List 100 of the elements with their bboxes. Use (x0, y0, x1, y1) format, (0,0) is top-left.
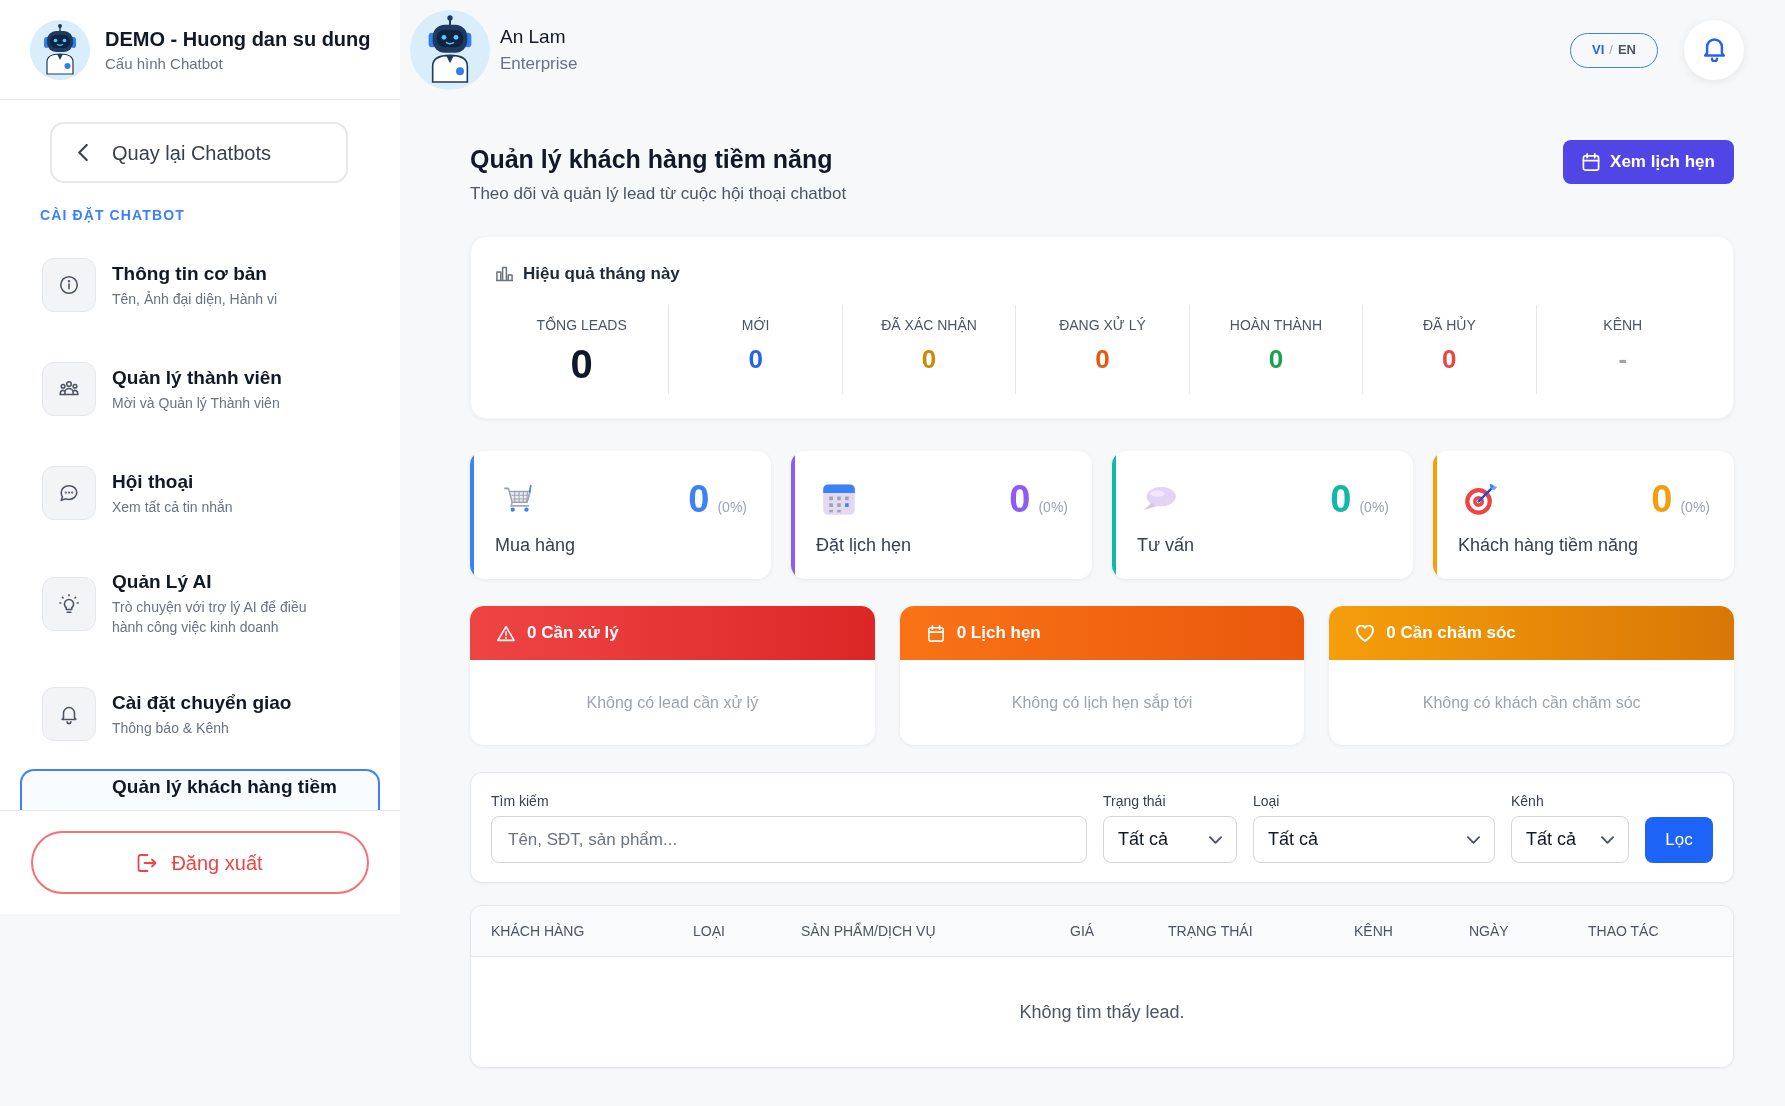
alert-empty-message: Không có khách cần chăm sóc (1422, 692, 1641, 713)
column-header: SẢN PHẨM/DỊCH VỤ (801, 921, 937, 941)
alert-title: 0 Cần xử lý (527, 622, 619, 645)
sidebar-item-description: Trò chuyện với trợ lý AI để điều hành công việc kinh doanh (112, 598, 308, 637)
sidebar-item-description: Tên, Ảnh đại diện, Hành vi (112, 289, 277, 309)
filter-label: Loại (1253, 792, 1281, 810)
column-header: TRẠNG THÁI (1168, 921, 1254, 941)
chevron-down-icon (1601, 835, 1614, 844)
calendar-icon (926, 624, 945, 642)
category-share: (0%) (717, 498, 747, 517)
category-count: 0 (1009, 479, 1031, 519)
stat-value: 0 (748, 345, 763, 373)
stat-value: 0 (921, 345, 937, 373)
column-header: KHÁCH HÀNG (491, 921, 586, 941)
sidebar-item[interactable]: Thông tin cơ bản Tên, Ảnh đại diện, Hành vi (20, 236, 380, 334)
filter-dropdown[interactable]: Tất cả (1103, 816, 1237, 863)
alert-empty-message: Không có lead cần xử lý (586, 692, 759, 713)
column-header: KÊNH (1354, 921, 1394, 941)
stat-label: TỔNG LEADS (536, 315, 627, 335)
empty-state-message: Không tìm thấy lead. (1019, 1000, 1185, 1024)
info-icon (42, 258, 96, 312)
filter-dropdown[interactable]: Tất cả (1253, 816, 1495, 863)
category-label: Mua hàng (495, 534, 577, 557)
logout-icon (137, 853, 158, 872)
heart-icon (1356, 624, 1375, 642)
category-count: 0 (688, 479, 710, 519)
logout-button[interactable]: Đăng xuất (31, 831, 369, 894)
stat-value: 0 (570, 344, 593, 384)
category-label: Tư vấn (1137, 534, 1196, 557)
stats-title: Hiệu quả tháng này (523, 263, 680, 286)
bar-chart-icon (496, 266, 513, 282)
alert-title: 0 Lịch hẹn (956, 622, 1041, 645)
chatbot-name: DEMO - Huong dan su dung (105, 26, 371, 52)
stat-value: 0 (1442, 345, 1457, 373)
column-header: THAO TÁC (1588, 921, 1660, 941)
sidebar-item-title: Quản lý khách hàng tiềm (112, 775, 337, 799)
sidebar-item[interactable]: Quản lý khách hàng tiềm (20, 769, 380, 810)
sidebar-item[interactable]: Cài đặt chuyển giao Thông báo & Kênh (20, 665, 380, 763)
language-option[interactable]: VI (1592, 40, 1605, 60)
chatbot-subtitle: Cấu hình Chatbot (105, 53, 224, 74)
page-title: Quản lý khách hàng tiềm năng (470, 144, 834, 175)
category-share: (0%) (1359, 498, 1389, 517)
category-label: Đặt lịch hẹn (816, 534, 913, 557)
bell-icon (42, 687, 96, 741)
warning-icon (497, 624, 515, 642)
target-icon (1464, 482, 1498, 516)
user-name: An Lam (500, 25, 567, 49)
column-header: GIÁ (1070, 921, 1096, 941)
sidebar-item[interactable]: Quản lý thành viên Mời và Quản lý Thành viên (20, 340, 380, 438)
filter-button[interactable]: Lọc (1645, 817, 1713, 863)
sidebar-item-description: Thông báo & Kênh (112, 718, 230, 738)
users-icon (42, 362, 96, 416)
category-share: (0%) (1038, 498, 1068, 517)
stat-label: KÊNH (1603, 316, 1643, 335)
stat-label: MỚI (741, 316, 770, 335)
bell-icon (1703, 38, 1725, 62)
sidebar-item[interactable]: Hội thoại Xem tất cả tin nhắn (20, 444, 380, 542)
chevron-down-icon (1209, 835, 1222, 844)
column-header: LOẠI (693, 921, 726, 941)
sidebar-item-title: Thông tin cơ bản (112, 261, 268, 286)
chevron-down-icon (1467, 835, 1480, 844)
filter-label: Kênh (1511, 792, 1545, 810)
sidebar-item-title: Hội thoại (112, 469, 195, 494)
sidebar-item-description: Mời và Quản lý Thành viên (112, 393, 281, 413)
filter-dropdown[interactable]: Tất cả (1511, 816, 1629, 863)
category-count: 0 (1651, 479, 1673, 519)
section-label: CÀI ĐẶT CHATBOT (40, 206, 186, 224)
chat-icon (42, 466, 96, 520)
alert-empty-message: Không có lịch hẹn sắp tới (1011, 692, 1193, 713)
sidebar-item[interactable]: Quản Lý AI Trò chuyện với trợ lý AI để điều hành công việc kinh doanh (20, 548, 380, 659)
lightbulb-icon (42, 576, 96, 631)
calendar-icon (822, 482, 856, 516)
stat-value: - (1618, 345, 1628, 373)
chevron-left-icon (78, 144, 88, 161)
category-label: Khách hàng tiềm năng (1458, 534, 1640, 557)
stat-label: ĐÃ XÁC NHẬN (881, 316, 977, 335)
sidebar-item-title: Quản lý thành viên (112, 365, 282, 390)
sidebar-item-title: Cài đặt chuyển giao (112, 690, 292, 715)
appointments-button[interactable]: Xem lịch hẹn (1563, 140, 1734, 184)
column-header: NGÀY (1469, 921, 1510, 941)
stat-label: HOÀN THÀNH (1229, 316, 1323, 335)
stat-value: 0 (1268, 345, 1284, 373)
stat-label: ĐANG XỬ LÝ (1059, 315, 1146, 335)
language-option[interactable]: EN (1617, 40, 1636, 60)
stat-value: 0 (1095, 345, 1110, 373)
sidebar-item-description: Xem tất cả tin nhắn (112, 497, 233, 517)
sidebar-item-title: Quản Lý AI (112, 570, 213, 594)
category-share: (0%) (1680, 498, 1710, 517)
filter-label: Tìm kiếm (491, 792, 550, 810)
page-subtitle: Theo dõi và quản lý lead từ cuộc hội thoại chatbot (470, 183, 847, 205)
category-count: 0 (1330, 479, 1352, 519)
search-field[interactable]: Tên, SĐT, sản phẩm... (491, 816, 1087, 863)
back-button[interactable]: Quay lại Chatbots (50, 122, 348, 183)
robot-avatar (30, 19, 90, 80)
calendar-icon (1582, 153, 1601, 171)
stat-label: ĐÃ HỦY (1422, 315, 1476, 335)
alert-title: 0 Cần chăm sóc (1386, 622, 1516, 645)
language-separator: / (1609, 41, 1613, 60)
filter-label: Trạng thái (1103, 792, 1167, 810)
user-plan: Enterprise (500, 53, 578, 75)
